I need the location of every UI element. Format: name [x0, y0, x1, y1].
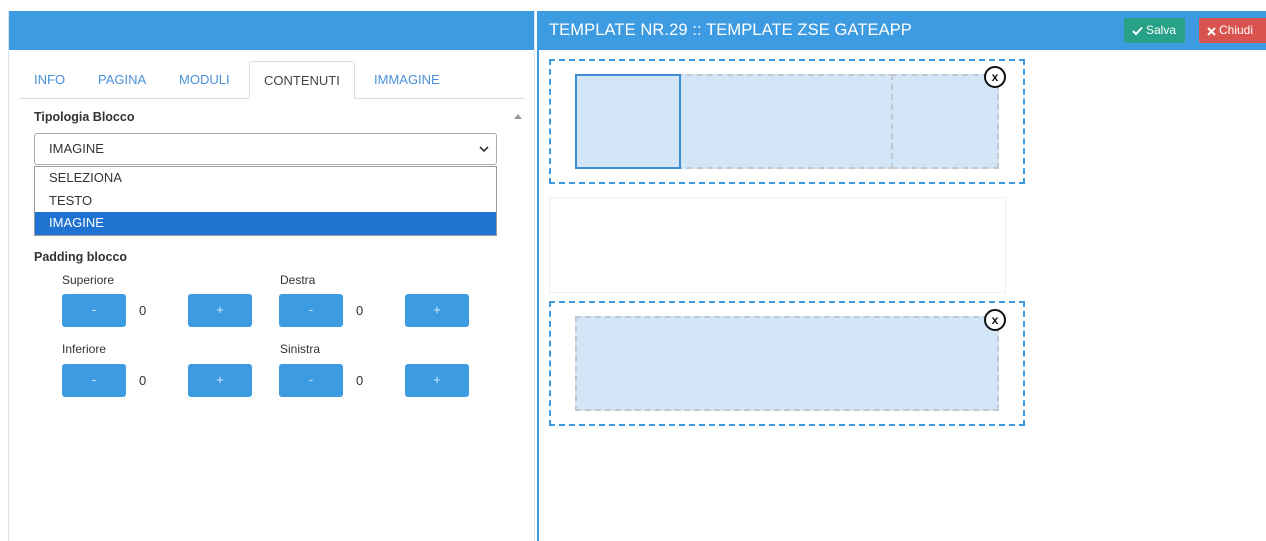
padding-bottom-label: Inferiore [62, 342, 107, 356]
padding-right-stepper: - 0 + [279, 294, 469, 327]
tab-info[interactable]: INFO [34, 61, 65, 99]
settings-panel-header [9, 11, 534, 50]
block-3-cell-1[interactable] [575, 316, 999, 411]
close-button-label: Chiudi [1219, 23, 1254, 37]
padding-bottom-increment-button[interactable]: + [188, 364, 252, 397]
padding-top-stepper: - 0 + [62, 294, 252, 327]
template-title: TEMPLATE NR.29 :: TEMPLATE ZSE GATEAPP [549, 21, 912, 39]
padding-left-label: Sinistra [280, 342, 321, 356]
template-editor-header: TEMPLATE NR.29 :: TEMPLATE ZSE GATEAPP S… [539, 11, 1266, 50]
template-block-empty[interactable] [549, 197, 1006, 293]
save-button-label: Salva [1146, 23, 1177, 37]
padding-top-label: Superiore [62, 273, 115, 287]
block-type-selected-value: IMAGINE [49, 141, 104, 156]
template-block-3[interactable]: x [549, 301, 1025, 426]
settings-panel: INFO PAGINA MODULI CONTENUTI IMMAGINE Ti… [8, 11, 535, 541]
template-block-1[interactable]: x [549, 59, 1025, 184]
block-type-select[interactable]: IMAGINE [34, 133, 497, 165]
padding-right-decrement-button[interactable]: - [279, 294, 343, 327]
block-1-cell-1-selected[interactable] [575, 74, 681, 169]
tab-contenuti[interactable]: CONTENUTI [249, 61, 355, 99]
padding-left-input[interactable]: 0 [343, 364, 405, 397]
padding-right-label: Destra [280, 273, 316, 287]
block-type-label: Tipologia Blocco [34, 110, 135, 124]
tab-moduli[interactable]: MODULI [179, 61, 230, 99]
remove-block-1-icon[interactable]: x [984, 66, 1006, 88]
padding-left-increment-button[interactable]: + [405, 364, 469, 397]
close-button[interactable]: Chiudi [1199, 18, 1266, 43]
padding-top-increment-button[interactable]: + [188, 294, 252, 327]
padding-top-decrement-button[interactable]: - [62, 294, 126, 327]
option-testo[interactable]: TESTO [35, 190, 496, 213]
padding-left-stepper: - 0 + [279, 364, 469, 397]
padding-top-input[interactable]: 0 [126, 294, 188, 327]
padding-right-increment-button[interactable]: + [405, 294, 469, 327]
padding-right-input[interactable]: 0 [343, 294, 405, 327]
block-type-dropdown: SELEZIONA TESTO IMAGINE [34, 166, 497, 236]
scroll-up-arrow-icon[interactable] [512, 111, 524, 123]
tab-immagine[interactable]: IMMAGINE [374, 61, 440, 99]
tab-pagina[interactable]: PAGINA [98, 61, 146, 99]
remove-block-3-icon[interactable]: x [984, 309, 1006, 331]
check-icon [1132, 26, 1143, 36]
option-seleziona[interactable]: SELEZIONA [35, 167, 496, 190]
save-button[interactable]: Salva [1124, 18, 1186, 43]
padding-bottom-stepper: - 0 + [62, 364, 252, 397]
padding-title: Padding blocco [34, 250, 128, 264]
close-icon [1207, 27, 1216, 36]
padding-left-decrement-button[interactable]: - [279, 364, 343, 397]
option-imagine[interactable]: IMAGINE [35, 212, 496, 235]
block-1-cell-3[interactable] [891, 74, 999, 169]
padding-bottom-input[interactable]: 0 [126, 364, 188, 397]
chevron-down-icon [478, 134, 490, 164]
template-editor-panel: TEMPLATE NR.29 :: TEMPLATE ZSE GATEAPP S… [537, 11, 1266, 541]
settings-tabs: INFO PAGINA MODULI CONTENUTI IMMAGINE [19, 61, 525, 99]
padding-bottom-decrement-button[interactable]: - [62, 364, 126, 397]
